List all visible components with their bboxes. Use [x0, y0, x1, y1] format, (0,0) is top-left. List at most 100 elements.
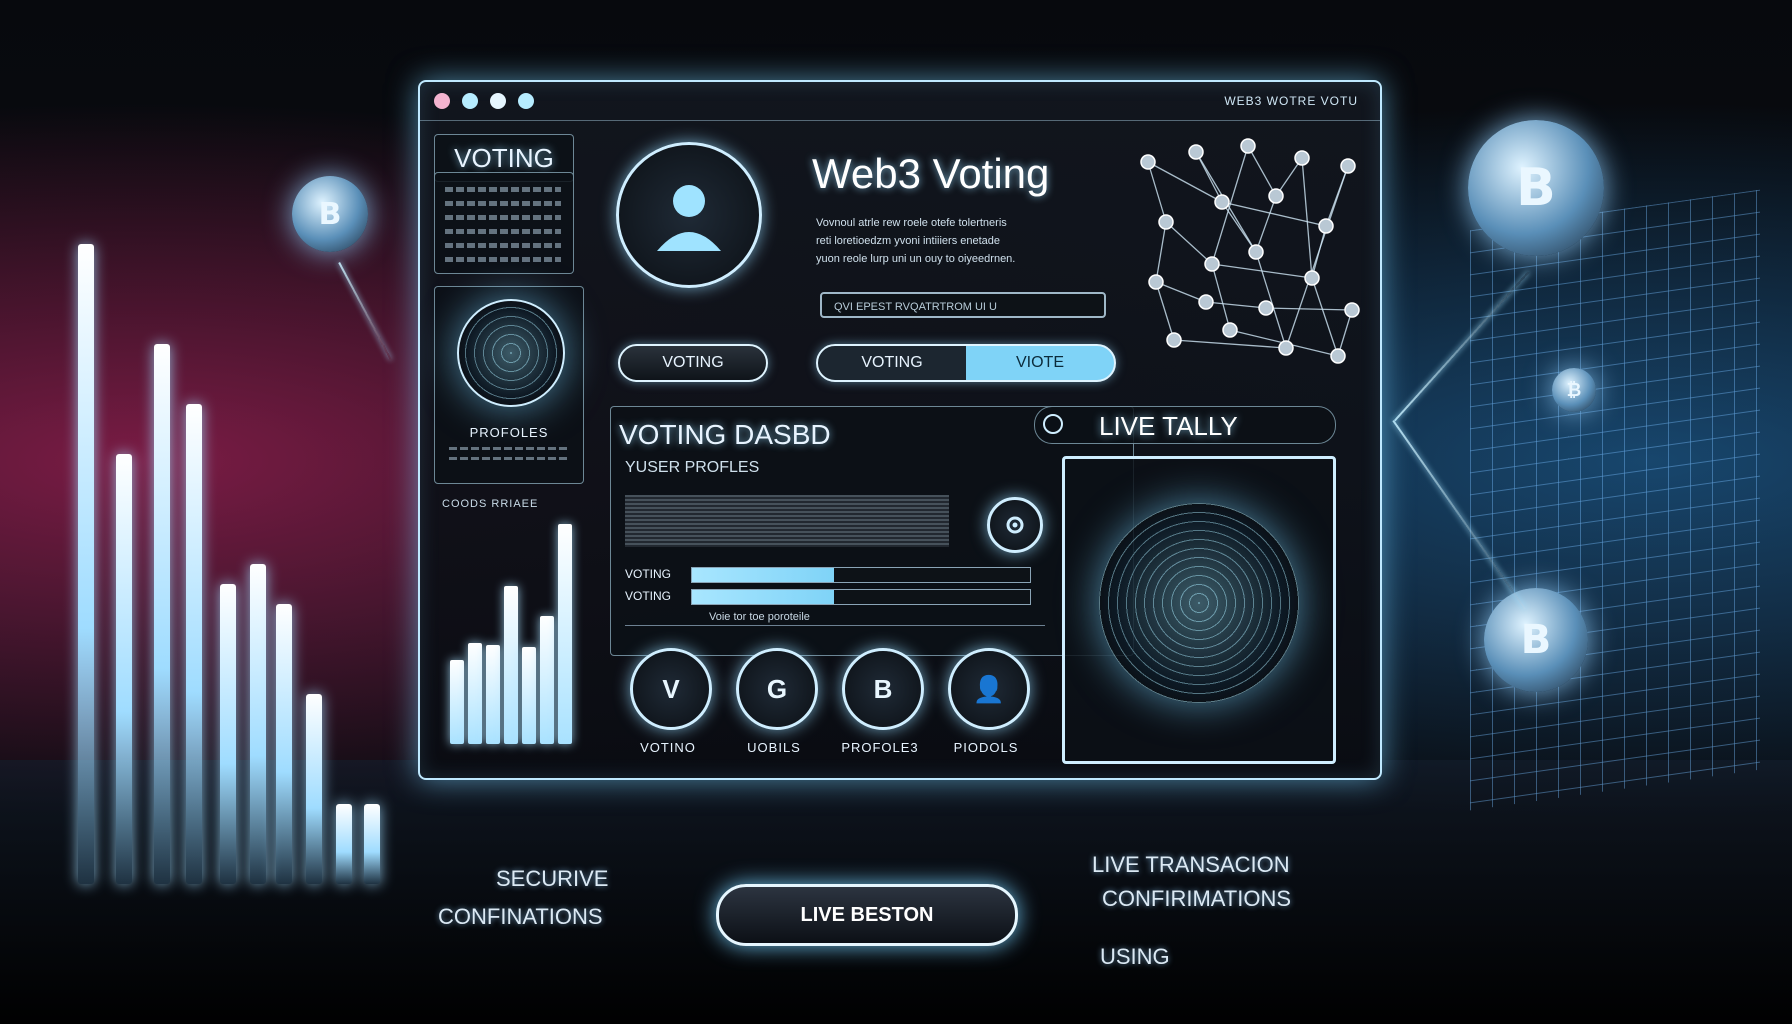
vote-progress-fill: [692, 568, 834, 582]
live-tally-header[interactable]: LIVE TALLY: [1034, 406, 1336, 444]
network-node: [1222, 322, 1238, 338]
profile-text: [449, 447, 569, 450]
network-link: [1301, 157, 1313, 279]
network-link: [1211, 263, 1313, 279]
sidebar-chart-bar: [522, 647, 536, 744]
bottom-right-label-3: USING: [1100, 944, 1170, 969]
sidebar-bar-chart: [442, 520, 572, 744]
bottom-right-label-1: LIVE TRANSACION: [1092, 852, 1290, 877]
table-row: [445, 187, 561, 192]
network-node: [1158, 214, 1174, 230]
network-link: [1155, 281, 1207, 303]
network-node: [1268, 188, 1284, 204]
sidebar-chart-bar: [558, 524, 572, 744]
nav-icon-label: PROFOLE3: [841, 740, 919, 755]
network-node: [1340, 158, 1356, 174]
window-control-dot[interactable]: [462, 93, 478, 109]
background-bar: [186, 404, 202, 884]
dashboard-subtitle: YUSER PROFLES: [625, 459, 760, 476]
network-node: [1140, 154, 1156, 170]
nav-icon[interactable]: V: [630, 648, 712, 730]
nav-icon-label: VOTINO: [640, 740, 696, 755]
sidebar-chart-bar: [486, 645, 500, 744]
toggle-right-label: VIOTE: [1015, 354, 1064, 371]
user-icon: [657, 185, 721, 251]
network-node: [1198, 294, 1214, 310]
sidebar-chart-bar: [504, 585, 518, 744]
network-node: [1258, 300, 1274, 316]
network-node: [1204, 256, 1220, 272]
nav-icon-item[interactable]: V VOTINO: [618, 648, 718, 755]
network-node: [1248, 244, 1264, 260]
nav-icon-item[interactable]: 👤 PIODOLS: [936, 648, 1036, 755]
network-node: [1278, 340, 1294, 356]
table-row: [445, 243, 561, 248]
user-avatar[interactable]: [616, 142, 762, 288]
vote-toggle[interactable]: VOTING VIOTE: [816, 344, 1116, 382]
description-line: reti loretioedzm yvoni intiiiers enetade: [816, 235, 1001, 247]
vote-progress-label: VOTING: [625, 589, 672, 603]
bitcoin-orb-icon: B: [1484, 588, 1588, 692]
bottom-left-label-2: CONFINATIONS: [438, 904, 603, 929]
network-node: [1294, 150, 1310, 166]
bottom-right-label-2: CONFIRIMATIONS: [1102, 886, 1292, 911]
description-line: yuon reole lurp uni un ouy to oiyeedrnen…: [816, 253, 1016, 265]
light-beam: [338, 262, 392, 361]
network-link: [1165, 221, 1213, 265]
background-bar: [78, 244, 94, 884]
background-bar: [364, 804, 380, 884]
network-link: [1173, 339, 1287, 349]
profile-label: PROFOLES: [469, 425, 549, 440]
hero-description: Vovnoul atrle rew roele otefe tolertneri…: [816, 214, 1116, 268]
table-row: [445, 215, 561, 220]
sidebar-chart-bar: [468, 642, 482, 744]
window-title: WEB3 WOTRE VOTU: [1224, 94, 1358, 108]
nav-icon-item[interactable]: B PROFOLE3: [830, 648, 930, 755]
voting-app-window: WEB3 WOTRE VOTU VOTING PROFOLES COODS RR…: [418, 80, 1382, 780]
gear-icon[interactable]: [987, 497, 1043, 553]
title-bar: WEB3 WOTRE VOTU: [420, 82, 1380, 121]
live-indicator-icon: [1043, 414, 1063, 434]
address-input[interactable]: QVI EPEST RVQATRTROM UI U: [820, 292, 1106, 318]
network-link: [1205, 301, 1267, 309]
network-node: [1318, 218, 1334, 234]
window-control-dot[interactable]: [490, 93, 506, 109]
network-node: [1344, 302, 1360, 318]
sidebar-table: [434, 172, 574, 274]
window-control-dot[interactable]: [518, 93, 534, 109]
vote-progress-fill: [692, 590, 834, 604]
vote-progress-row: VOTING: [625, 587, 1031, 607]
sidebar-chart-bar: [540, 616, 554, 744]
table-row: [445, 257, 561, 262]
bitcoin-orb-icon: B: [1468, 120, 1604, 256]
table-row: [445, 201, 561, 206]
nav-icon-item[interactable]: G UOBILS: [724, 648, 824, 755]
network-node: [1240, 138, 1256, 154]
nav-icon[interactable]: B: [842, 648, 924, 730]
network-node: [1304, 270, 1320, 286]
background-grid: [1470, 189, 1760, 811]
description-line: Vovnoul atrle rew roele otefe tolertneri…: [816, 217, 1007, 229]
profile-text: [449, 457, 569, 460]
voting-button[interactable]: VOTING: [618, 344, 768, 382]
live-button[interactable]: LIVE BESTON: [716, 884, 1018, 946]
network-node: [1148, 274, 1164, 290]
network-link: [1155, 221, 1167, 283]
network-node: [1166, 332, 1182, 348]
nav-icon[interactable]: 👤: [948, 648, 1030, 730]
background-bar: [250, 564, 266, 884]
network-link: [1255, 195, 1277, 253]
tally-title: LIVE TALLY: [1099, 411, 1238, 441]
divider: [625, 625, 1045, 626]
dashboard-note: Voie tor toe poroteile: [709, 611, 810, 623]
network-link: [1265, 307, 1353, 311]
hero-title: Web3 Voting: [812, 150, 1050, 197]
navigation-icon-row: V VOTINO G UOBILS B PROFOLE3 👤 PIODOLS: [610, 648, 1130, 768]
profile-card[interactable]: PROFOLES: [434, 286, 584, 484]
background-bar: [276, 604, 292, 884]
nav-icon[interactable]: G: [736, 648, 818, 730]
vote-progress-label: VOTING: [625, 567, 672, 581]
live-tally-panel: [1062, 456, 1336, 764]
background-bar: [336, 804, 352, 884]
window-control-dot[interactable]: [434, 93, 450, 109]
